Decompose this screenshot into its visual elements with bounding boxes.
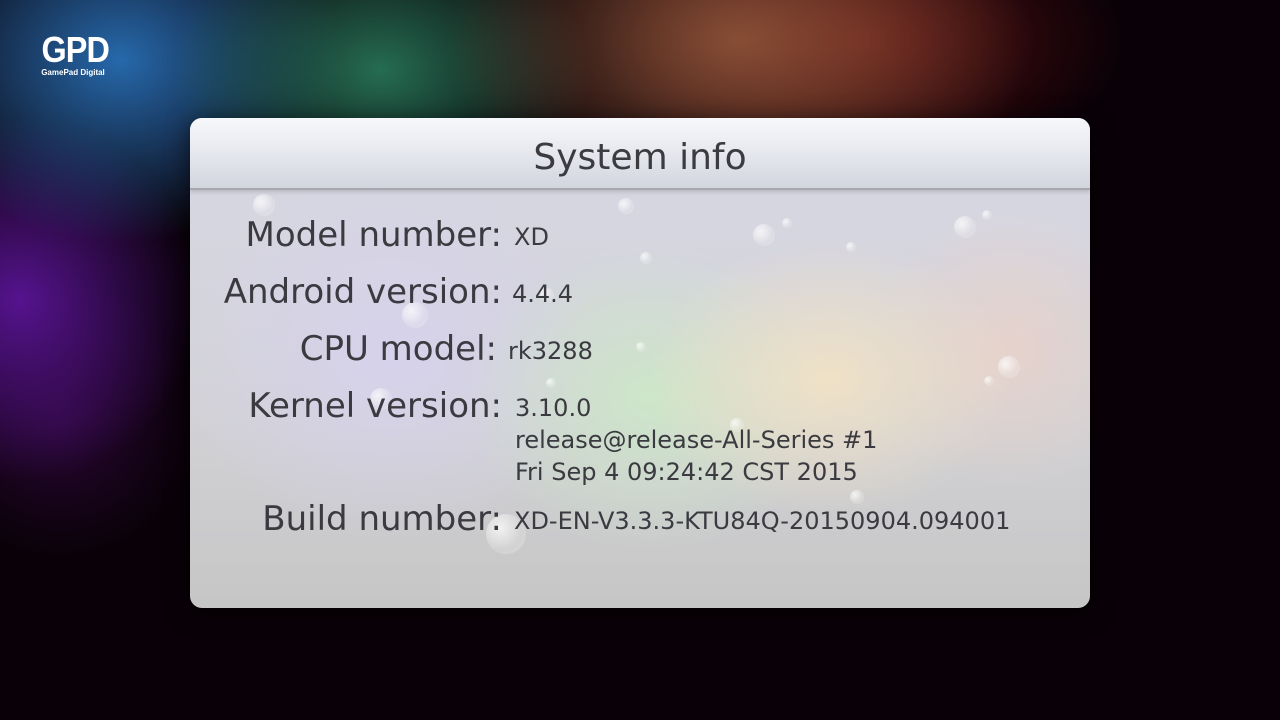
android-version-label: Android version: <box>223 272 502 312</box>
system-info-screen: GPD GamePad Digital System info Model nu… <box>0 0 1280 720</box>
logo-mark: GPD <box>41 29 110 70</box>
build-number-value: XD-EN-V3.3.3-KTU84Q-20150904.094001 <box>514 507 1011 535</box>
bubble-decoration <box>636 342 646 352</box>
bubble-decoration <box>850 490 864 504</box>
dialog-title: System info <box>533 137 747 178</box>
bubble-decoration <box>618 198 634 214</box>
bubble-decoration <box>640 252 652 264</box>
bubble-decoration <box>782 218 792 228</box>
bubble-decoration <box>998 356 1020 378</box>
system-info-dialog: System info Model number: XD Android ver… <box>190 118 1090 608</box>
build-number-label: Build number: <box>262 499 502 539</box>
kernel-version-line-1: 3.10.0 <box>515 394 592 422</box>
bubble-decoration <box>846 242 856 252</box>
cpu-model-label: CPU model: <box>299 329 497 369</box>
bubble-decoration <box>982 210 992 220</box>
bubble-decoration <box>253 194 275 216</box>
kernel-version-label: Kernel version: <box>248 386 502 426</box>
kernel-version-line-2: release@release-All-Series #1 <box>515 426 878 454</box>
dialog-header: System info <box>190 118 1090 190</box>
cpu-model-value: rk3288 <box>508 337 593 365</box>
bubble-decoration <box>954 216 976 238</box>
kernel-version-line-3: Fri Sep 4 09:24:42 CST 2015 <box>515 458 858 486</box>
bubble-decoration <box>753 224 775 246</box>
model-number-label: Model number: <box>245 215 502 255</box>
android-version-value: 4.4.4 <box>512 280 574 308</box>
gpd-logo: GPD GamePad Digital <box>38 29 110 78</box>
bubble-decoration <box>984 376 994 386</box>
model-number-value: XD <box>514 223 549 251</box>
bubble-decoration <box>546 378 556 388</box>
